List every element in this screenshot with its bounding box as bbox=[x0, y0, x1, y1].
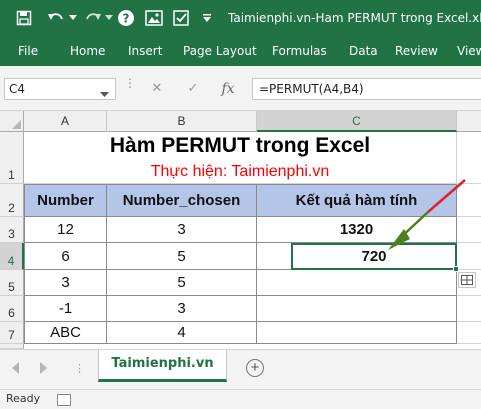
help-icon[interactable]: ? bbox=[115, 0, 137, 36]
picture-icon[interactable] bbox=[143, 0, 165, 36]
cell-c7[interactable] bbox=[257, 322, 457, 344]
column-header-b[interactable]: B bbox=[107, 111, 257, 132]
tab-data[interactable]: Data bbox=[349, 36, 378, 66]
sheet-tab-taimienphi[interactable]: Taimienphi.vn bbox=[98, 350, 227, 382]
undo-dropdown-icon[interactable] bbox=[68, 0, 78, 36]
cell-d3[interactable] bbox=[457, 217, 481, 243]
cancel-icon[interactable]: ✕ bbox=[146, 78, 168, 100]
next-sheet-icon[interactable] bbox=[40, 362, 54, 378]
row-header-1[interactable]: 1 bbox=[0, 132, 24, 184]
cell-d1[interactable] bbox=[457, 132, 481, 184]
redo-dropdown-icon[interactable] bbox=[104, 0, 114, 36]
formula-input[interactable]: =PERMUT(A4,B4) bbox=[252, 78, 481, 100]
cell-b7[interactable]: 4 bbox=[107, 322, 257, 344]
add-sheet-button[interactable]: + bbox=[246, 359, 264, 377]
cell-c3[interactable]: 1320 bbox=[257, 217, 457, 243]
sheet-tab-bar: ⋮ Taimienphi.vn + bbox=[0, 349, 481, 389]
row-header-4[interactable]: 4 bbox=[0, 243, 24, 270]
cell-a4[interactable]: 6 bbox=[24, 243, 107, 270]
cell-d4[interactable] bbox=[457, 243, 481, 270]
enter-icon[interactable]: ✓ bbox=[182, 78, 204, 100]
tab-formulas[interactable]: Formulas bbox=[272, 36, 327, 66]
select-all-icon bbox=[12, 120, 21, 129]
column-header-a[interactable]: A bbox=[24, 111, 107, 132]
row-header-6[interactable]: 6 bbox=[0, 296, 24, 322]
select-all-corner[interactable] bbox=[0, 111, 24, 132]
title-bar: ? Taimienphi.vn-Ham PERMUT trong Excel.x… bbox=[0, 0, 481, 36]
ribbon-tabs: File Home Insert Page Layout Formulas Da… bbox=[0, 36, 481, 66]
sheet-tab-separator-icon: ⋮ bbox=[74, 363, 85, 375]
active-cell-value: 720 bbox=[361, 248, 387, 265]
window-title: Taimienphi.vn-Ham PERMUT trong Excel.xls bbox=[228, 11, 481, 25]
cell-d7[interactable] bbox=[457, 322, 481, 344]
cell-c6[interactable] bbox=[257, 296, 457, 322]
row-header-5[interactable]: 5 bbox=[0, 270, 24, 296]
cell-b5[interactable]: 5 bbox=[107, 270, 257, 296]
customize-dropdown-icon[interactable] bbox=[197, 0, 217, 36]
active-cell[interactable]: 720 bbox=[291, 243, 457, 270]
tab-file[interactable]: File bbox=[18, 36, 38, 66]
cell-d6[interactable] bbox=[457, 296, 481, 322]
row-header-7[interactable]: 7 bbox=[0, 322, 24, 344]
cell-a6[interactable]: -1 bbox=[24, 296, 107, 322]
tab-home[interactable]: Home bbox=[70, 36, 105, 66]
cell-a7[interactable]: ABC bbox=[24, 322, 107, 344]
cell-a3[interactable]: 12 bbox=[24, 217, 107, 243]
header-result[interactable]: Kết quả hàm tính bbox=[257, 184, 457, 217]
insert-function-icon[interactable]: fx bbox=[216, 78, 240, 100]
cell-c5[interactable] bbox=[257, 270, 457, 296]
tab-review[interactable]: Review bbox=[395, 36, 438, 66]
name-box-dropdown-icon[interactable] bbox=[100, 87, 109, 101]
tab-insert[interactable]: Insert bbox=[128, 36, 162, 66]
cell-b4[interactable]: 5 bbox=[107, 243, 257, 270]
prev-sheet-icon[interactable] bbox=[12, 362, 26, 378]
save-icon[interactable] bbox=[12, 0, 36, 36]
row-header-2[interactable]: 2 bbox=[0, 184, 24, 217]
cell-a5[interactable]: 3 bbox=[24, 270, 107, 296]
header-number[interactable]: Number bbox=[24, 184, 107, 217]
cell-d2[interactable] bbox=[457, 184, 481, 217]
tab-page-layout[interactable]: Page Layout bbox=[183, 36, 257, 66]
formula-bar-grip-icon[interactable]: ⋮ bbox=[124, 77, 136, 98]
undo-icon[interactable] bbox=[44, 0, 68, 36]
header-number-chosen[interactable]: Number_chosen bbox=[107, 184, 257, 217]
cell-b6[interactable]: 3 bbox=[107, 296, 257, 322]
checkbox-icon[interactable] bbox=[171, 0, 193, 36]
status-ready: Ready bbox=[6, 392, 41, 405]
tab-view[interactable]: View bbox=[457, 36, 481, 66]
row-header-3[interactable]: 3 bbox=[0, 217, 24, 243]
redo-icon[interactable] bbox=[82, 0, 104, 36]
cell-b3[interactable]: 3 bbox=[107, 217, 257, 243]
quick-analysis-icon[interactable] bbox=[458, 272, 476, 288]
sheet-title: Hàm PERMUT trong Excel bbox=[109, 134, 371, 157]
column-header-c[interactable]: C bbox=[257, 111, 457, 132]
formula-bar: C4 ⋮ ✕ ✓ fx =PERMUT(A4,B4) bbox=[0, 66, 481, 111]
macro-record-icon[interactable] bbox=[57, 394, 71, 406]
column-header-d[interactable] bbox=[457, 111, 481, 132]
sheet-subtitle: Thực hiện: Taimienphi.vn bbox=[150, 163, 330, 180]
svg-text:?: ? bbox=[123, 12, 130, 26]
status-bar: Ready bbox=[0, 389, 481, 409]
